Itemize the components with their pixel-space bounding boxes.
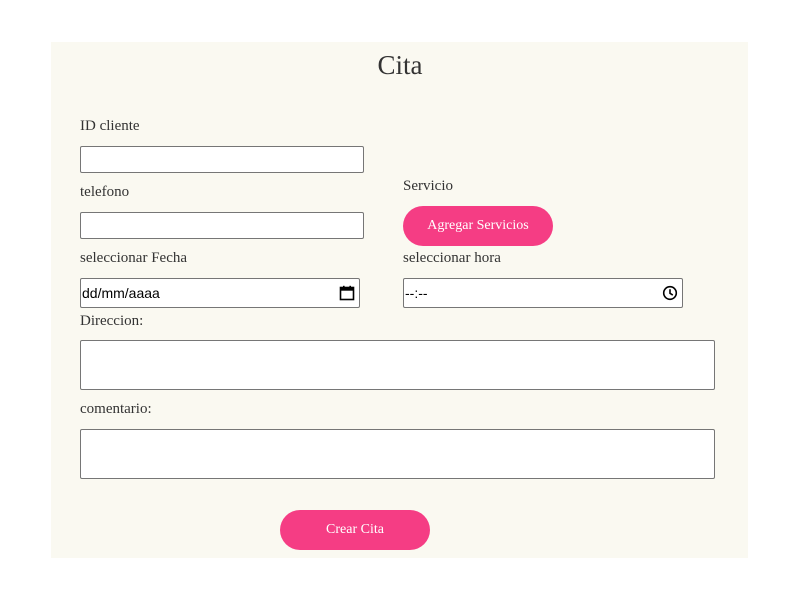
comentario-label: comentario: — [80, 401, 152, 417]
hora-label: seleccionar hora — [403, 250, 501, 266]
comentario-textarea[interactable] — [80, 429, 715, 479]
telefono-label: telefono — [80, 184, 130, 200]
direccion-label: Direccion: — [80, 313, 144, 329]
id-cliente-input[interactable] — [80, 146, 364, 173]
clock-icon[interactable] — [662, 285, 678, 301]
telefono-input[interactable] — [80, 212, 364, 239]
hora-input[interactable]: --:-- — [403, 278, 683, 308]
fecha-input[interactable]: dd/mm/aaaa — [80, 278, 360, 308]
id-cliente-label: ID cliente — [80, 118, 140, 134]
direccion-textarea[interactable] — [80, 340, 715, 390]
agregar-servicios-button[interactable]: Agregar Servicios — [403, 206, 553, 246]
page-title: Cita — [377, 50, 423, 80]
hora-placeholder: --:-- — [405, 285, 428, 301]
fecha-label: seleccionar Fecha — [80, 250, 188, 266]
crear-cita-button[interactable]: Crear Cita — [280, 510, 430, 550]
fecha-placeholder: dd/mm/aaaa — [82, 285, 160, 301]
calendar-icon[interactable] — [339, 285, 355, 301]
servicio-label: Servicio — [403, 178, 453, 194]
